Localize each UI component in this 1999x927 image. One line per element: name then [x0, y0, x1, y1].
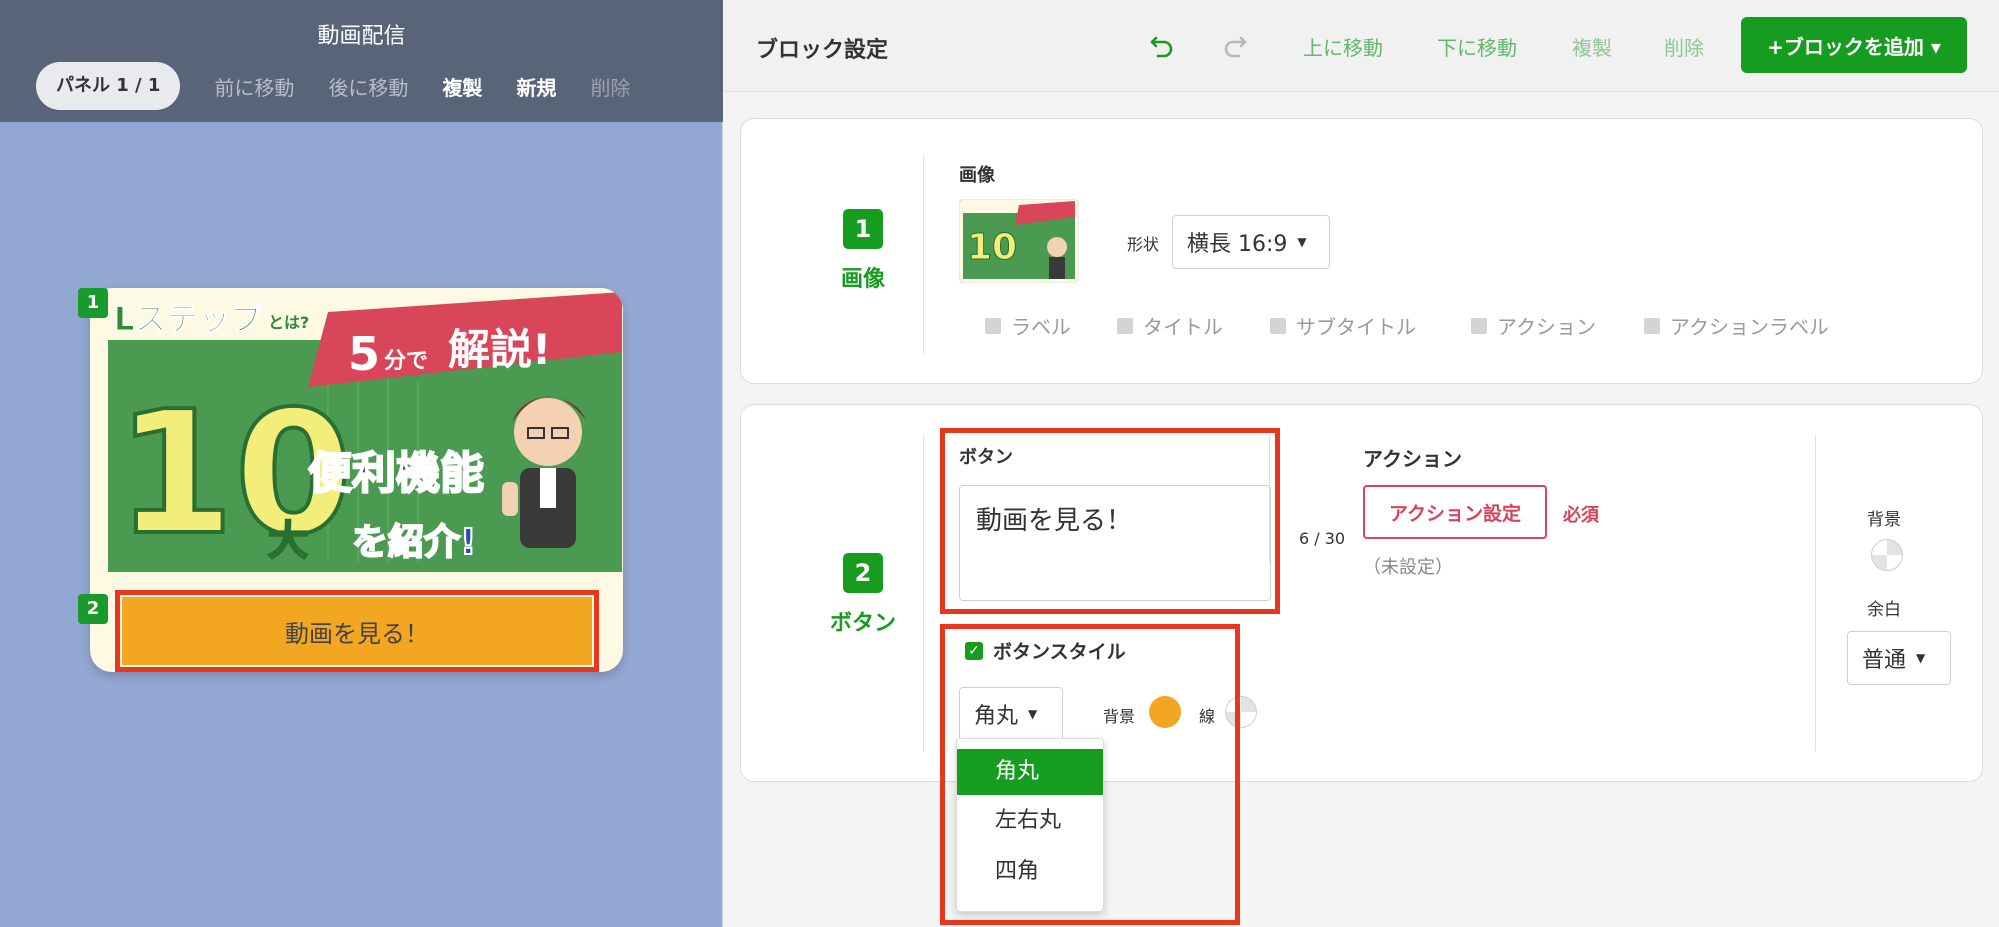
delete-block-button[interactable]: 削除: [1664, 32, 1704, 61]
block-2-label: 2 ボタン: [803, 553, 923, 637]
action-status: （未設定）: [1363, 557, 1453, 578]
redo-icon[interactable]: [1219, 28, 1251, 60]
move-after-button[interactable]: 後に移動: [328, 72, 408, 101]
hero-line2: 大: [268, 518, 308, 564]
block-1-name: 画像: [840, 267, 885, 292]
undo-icon[interactable]: [1146, 28, 1178, 60]
image-block: 1 画像 画像 10 形状 横長 16:9 ▼ ラベル タイトル サブタイトル ア…: [740, 118, 1983, 384]
banner-mid: 分で: [384, 349, 428, 374]
block-2-badge: 2: [78, 594, 108, 624]
required-badge: 必須: [1563, 505, 1599, 526]
duplicate-block-button[interactable]: 複製: [1572, 32, 1612, 61]
move-before-button[interactable]: 前に移動: [214, 72, 294, 101]
option-subtitle-checkbox[interactable]: サブタイトル: [1270, 311, 1416, 340]
brand-suffix: とは?: [268, 313, 309, 332]
block-1-number: 1: [843, 209, 883, 249]
block-bg-swatch[interactable]: [1871, 539, 1903, 571]
banner-explain: 解説!: [448, 325, 551, 374]
block-bg-label: 背景: [1867, 510, 1901, 530]
new-panel-button[interactable]: 新規: [516, 72, 556, 101]
preview-button-highlight: 動画を見る！: [115, 590, 599, 672]
move-up-button[interactable]: 上に移動: [1303, 32, 1383, 61]
char-counter: 6 / 30: [1299, 529, 1346, 548]
panel-actions: パネル 1 / 1 前に移動 後に移動 複製 新規 削除: [36, 62, 630, 110]
option-title-checkbox[interactable]: タイトル: [1117, 311, 1223, 340]
block-settings-title: ブロック設定: [756, 38, 889, 63]
block-1-label: 1 画像: [803, 209, 923, 293]
move-down-button[interactable]: 下に移動: [1437, 32, 1517, 61]
preview-header: 動画配信 パネル 1 / 1 前に移動 後に移動 複製 新規 削除: [0, 0, 723, 122]
preview-panel: 動画配信 パネル 1 / 1 前に移動 後に移動 複製 新規 削除 Lステップ …: [0, 0, 723, 927]
option-label-checkbox[interactable]: ラベル: [985, 311, 1071, 340]
hero-line3: を紹介!: [352, 522, 476, 563]
image-thumbnail[interactable]: 10: [959, 199, 1079, 283]
panel-indicator[interactable]: パネル 1 / 1: [36, 62, 181, 110]
margin-select[interactable]: 普通 ▼: [1847, 631, 1951, 685]
delete-panel-button[interactable]: 削除: [590, 72, 630, 101]
option-action-label-checkbox[interactable]: アクションラベル: [1644, 311, 1829, 340]
margin-label: 余白: [1867, 600, 1901, 620]
option-action-checkbox[interactable]: アクション: [1471, 311, 1596, 340]
banner-number: 5: [348, 327, 380, 381]
button-block: 2 ボタン ボタン 動画を見る！ 6 / 30 アクション アクション設定 必須…: [740, 404, 1983, 782]
hero-image: Lステップ とは? 5 分で 解説! 10 便利機能 大 を紹介!: [108, 292, 622, 572]
chevron-down-icon: ▼: [1916, 651, 1926, 665]
shape-select-value: 横長 16:9: [1187, 232, 1288, 257]
button-style-highlight: [940, 624, 1240, 925]
block-settings-panel: ブロック設定 上に移動 下に移動 複製 削除 +ブロックを追加 ▾ 1 画像 画…: [724, 0, 1999, 927]
message-title: 動画配信: [317, 24, 406, 49]
add-block-button[interactable]: +ブロックを追加 ▾: [1741, 17, 1967, 73]
button-text-highlight: [940, 428, 1280, 614]
action-settings-button[interactable]: アクション設定: [1363, 485, 1547, 539]
shape-select[interactable]: 横長 16:9 ▼: [1172, 215, 1330, 269]
brand-text: Lステップ: [114, 300, 263, 338]
preview-action-button[interactable]: 動画を見る！: [122, 597, 592, 665]
hero-line1: 便利機能: [308, 448, 484, 499]
shape-label: 形状: [1127, 235, 1160, 254]
action-label: アクション: [1363, 447, 1462, 471]
margin-value: 普通: [1862, 648, 1907, 673]
svg-text:10: 10: [967, 227, 1017, 268]
block-2-name: ボタン: [829, 611, 896, 636]
block-2-number: 2: [843, 553, 883, 593]
block-1-badge: 1: [78, 288, 108, 318]
duplicate-panel-button[interactable]: 複製: [442, 72, 482, 101]
image-field-label: 画像: [959, 165, 995, 186]
block-toolbar: ブロック設定 上に移動 下に移動 複製 削除 +ブロックを追加 ▾: [724, 0, 1999, 92]
chevron-down-icon: ▼: [1297, 235, 1307, 249]
